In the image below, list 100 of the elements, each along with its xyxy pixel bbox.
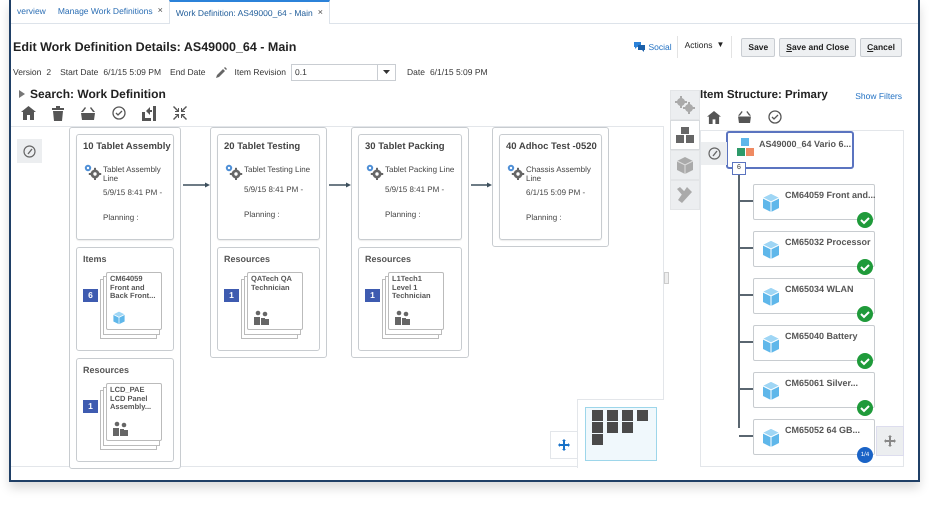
- cube-icon: [676, 156, 694, 174]
- tab[interactable]: Manage Work Definitions ×: [52, 0, 169, 23]
- tree-node-card[interactable]: CM65034 WLAN: [753, 278, 875, 314]
- arrow: [471, 182, 492, 188]
- cube-icon: [761, 428, 781, 448]
- show-filters-link[interactable]: Show Filters: [855, 90, 902, 102]
- collapse-handle[interactable]: [664, 272, 669, 284]
- move-icon: [558, 439, 570, 451]
- check-circle-icon[interactable]: [768, 110, 782, 124]
- check-circle-icon[interactable]: [112, 106, 126, 120]
- caret-icon: ▼: [716, 39, 724, 51]
- field-label: End Date: [170, 66, 206, 78]
- search-toggle[interactable]: Search: Work Definition: [19, 85, 166, 103]
- check-icon: [857, 259, 873, 275]
- people-icon: [253, 310, 271, 325]
- date-text: 5/9/15 8:41 PM -: [244, 184, 304, 196]
- action-button[interactable]: Cancel: [860, 38, 902, 56]
- planning-label: Planning :: [244, 209, 281, 222]
- date-text: 5/9/15 8:41 PM -: [103, 187, 164, 200]
- cube-icon: [761, 193, 781, 213]
- actions-menu[interactable]: Actions ▼: [678, 36, 732, 58]
- section-title: Resources: [224, 253, 272, 266]
- work-center: Tablet Assembly Line: [103, 165, 162, 184]
- navigate-button[interactable]: [701, 142, 727, 165]
- pan-button[interactable]: [876, 426, 904, 456]
- cube-icon: [112, 311, 126, 325]
- planning-label: Planning :: [526, 212, 563, 224]
- expand-icon: [19, 90, 25, 98]
- count-badge: 1: [83, 400, 98, 413]
- basket-icon[interactable]: [80, 106, 96, 120]
- field-label: Item Revision: [234, 66, 286, 78]
- close-icon[interactable]: ×: [318, 6, 324, 20]
- operation-card[interactable]: 20 Tablet Testing Tablet Testing Line 5/9/15 8:41 PM - Planning :: [217, 134, 320, 240]
- planning-label: Planning :: [385, 209, 422, 222]
- operation-card[interactable]: 40 Adhoc Test -0520 Chassis Assembly Line 6/1/15 5:09 PM - Planning :: [499, 134, 602, 240]
- basket-icon[interactable]: [737, 111, 752, 123]
- cube-icon: [761, 381, 781, 401]
- action-button[interactable]: Save and Close: [779, 38, 856, 56]
- field-value: 6/1/15 5:09 PM: [430, 66, 488, 78]
- operation-title: 40 Adhoc Test -0520: [506, 140, 595, 154]
- field-value: 6/1/15 5:09 PM: [103, 66, 162, 78]
- item-label: CM65040 Battery: [785, 330, 858, 343]
- item-label: CM65061 Silver...: [785, 377, 858, 390]
- count-badge: 6: [83, 289, 98, 302]
- social-link[interactable]: Social: [634, 36, 678, 58]
- check-icon: [857, 353, 873, 369]
- chat-icon: [634, 42, 646, 52]
- tree-node-card[interactable]: CM65040 Battery: [753, 325, 875, 361]
- compass-icon: [708, 147, 720, 160]
- minimap[interactable]: [585, 407, 657, 461]
- check-icon: [857, 400, 873, 416]
- cube-icon: [761, 287, 781, 307]
- item-label: AS49000_64 Vario 6...: [759, 138, 852, 151]
- check-icon: [857, 212, 873, 228]
- home-icon[interactable]: [21, 106, 36, 120]
- hierarchy-icon: [676, 127, 694, 143]
- arrow: [329, 182, 351, 188]
- operation-card[interactable]: 10 Tablet Assembly Tablet Assembly Line 5/9/15 8:41 PM - Planning :: [76, 134, 174, 240]
- tab[interactable]: Work Definition: AS49000_64 - Main ×: [168, 0, 330, 24]
- revision-dropdown[interactable]: 0.1: [290, 64, 396, 80]
- action-button[interactable]: Save: [741, 38, 776, 56]
- field-label: Start Date: [60, 66, 98, 78]
- move-icon: [884, 435, 896, 447]
- check-icon: [857, 306, 873, 322]
- section-title: Items: [83, 253, 108, 266]
- navigate-button[interactable]: [17, 139, 42, 163]
- page-title: Edit Work Definition Details: AS49000_64 - Main: [13, 38, 296, 56]
- people-icon: [112, 421, 130, 436]
- home-icon[interactable]: [707, 110, 721, 124]
- arrow: [183, 182, 210, 188]
- date-text: 6/1/15 5:09 PM -: [526, 187, 586, 200]
- section-title: Resources: [83, 364, 130, 377]
- tree-node-card[interactable]: CM65032 Processor: [753, 231, 875, 267]
- item-label: CM65032 Processor: [785, 236, 871, 249]
- cube-icon: [761, 240, 781, 260]
- field-value: 2: [46, 66, 52, 78]
- tree-node-card[interactable]: CM64059 Front and...: [753, 184, 875, 220]
- collapse-icon[interactable]: [173, 106, 187, 120]
- people-icon: [394, 310, 412, 325]
- side-tab[interactable]: [670, 120, 700, 150]
- structure-icon: [737, 138, 755, 157]
- operation-title: 30 Tablet Packing: [365, 140, 446, 154]
- tree-node-card[interactable]: CM65061 Silver...: [753, 372, 875, 408]
- tab[interactable]: verview: [11, 0, 52, 23]
- item-label: CM65052 64 GB...: [785, 424, 860, 437]
- planning-label: Planning :: [103, 212, 140, 224]
- operation-card[interactable]: 30 Tablet Packing Tablet Packing Line 5/9/15 8:41 PM - Planning :: [358, 134, 462, 240]
- work-center: Chassis Assembly Line: [526, 165, 592, 184]
- section-title: Resources: [365, 253, 412, 266]
- cube-icon: [761, 334, 781, 354]
- work-center: Tablet Packing Line: [385, 165, 455, 174]
- trash-icon[interactable]: [52, 106, 64, 120]
- pencil-icon[interactable]: [216, 66, 228, 78]
- field-label: Date: [406, 66, 425, 78]
- pan-button[interactable]: [550, 431, 578, 459]
- compass-icon: [23, 144, 36, 158]
- close-icon[interactable]: ×: [158, 4, 163, 18]
- field-label: Version: [13, 66, 42, 78]
- count-badge: 1: [365, 289, 380, 302]
- item-label: CM64059 Front and...: [785, 189, 876, 202]
